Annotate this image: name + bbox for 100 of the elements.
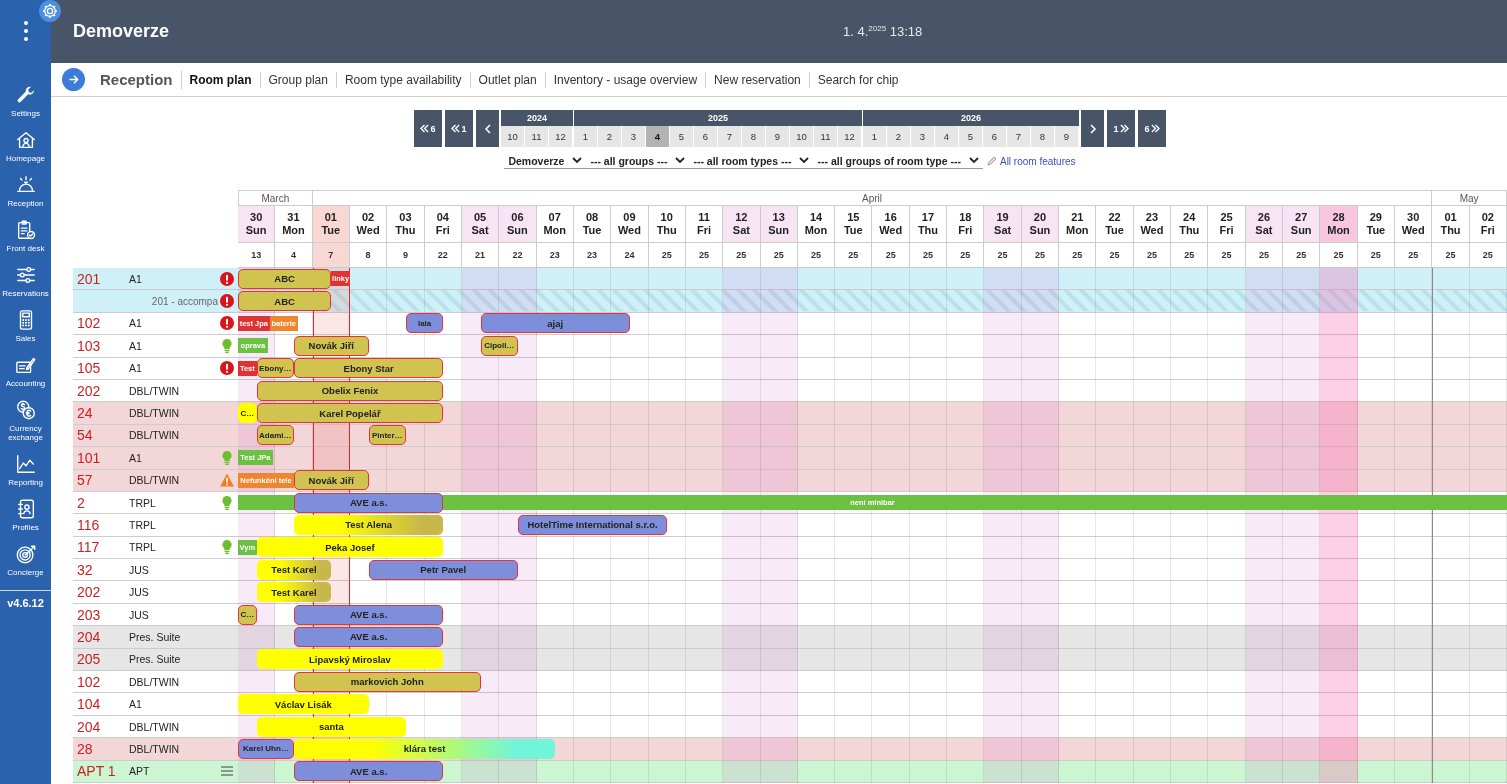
month-button[interactable]: 10 — [501, 126, 525, 147]
sidebar-item[interactable]: Reception — [0, 174, 51, 208]
month-button[interactable]: 3 — [911, 126, 935, 147]
filter-dropdown[interactable]: --- all groups --- — [586, 153, 690, 169]
jump-back-button[interactable]: 6 — [414, 110, 442, 147]
month-button[interactable]: 1 — [863, 126, 887, 147]
weekday-label: Mon — [1065, 224, 1089, 237]
reservation-bar[interactable]: AVE a.s. — [294, 761, 444, 782]
reservation-bar[interactable]: AVE a.s. — [294, 626, 444, 647]
reservation-bar[interactable]: klára test — [294, 738, 556, 759]
forward-button[interactable] — [62, 68, 85, 91]
day-number: 08 — [585, 211, 599, 224]
month-button[interactable]: 4 — [646, 126, 670, 147]
month-button[interactable]: 6 — [983, 126, 1007, 147]
reservation-bar[interactable]: ABC — [238, 291, 332, 312]
jump-forward-button[interactable]: 1 — [1107, 110, 1135, 147]
reservation-bar[interactable]: santa — [256, 716, 406, 737]
sidebar-item[interactable]: Reporting — [0, 453, 51, 487]
nav-tab[interactable]: Inventory - usage overview — [545, 71, 707, 88]
reservation-bar[interactable]: Novák Jiří — [294, 470, 369, 491]
room-features-link[interactable]: All room features — [999, 155, 1076, 167]
sidebar-item[interactable]: Reservations — [0, 264, 51, 298]
month-button[interactable]: 11 — [525, 126, 549, 147]
room-type: TRPL — [129, 519, 157, 531]
reservation-bar[interactable]: AVE a.s. — [294, 604, 444, 625]
month-button[interactable]: 7 — [1007, 126, 1031, 147]
month-button[interactable]: 9 — [1055, 126, 1079, 147]
reservation-bar[interactable]: Karel Uhn… — [238, 738, 294, 759]
reservation-bar[interactable]: Ebony Star — [294, 358, 444, 379]
month-button[interactable]: 12 — [549, 126, 573, 147]
sidebar-item[interactable]: Front desk — [0, 219, 51, 253]
sidebar-item[interactable]: Sales — [0, 309, 51, 343]
month-button[interactable]: 2 — [887, 126, 911, 147]
reservation-bar[interactable]: Ebony… — [256, 358, 294, 379]
sidebar-item[interactable]: Profiles — [0, 498, 51, 532]
sidebar-item[interactable]: Accounting — [0, 354, 51, 388]
month-button[interactable]: 6 — [694, 126, 718, 147]
nav-tab[interactable]: Outlet plan — [470, 71, 546, 88]
reservation-bar[interactable]: Adami… — [256, 425, 294, 446]
month-button[interactable]: 12 — [838, 126, 862, 147]
reservation-bar[interactable]: HotelTime International s.r.o. — [517, 515, 668, 535]
more-icon[interactable] — [22, 20, 29, 42]
reservation-bar[interactable]: Test Alena — [294, 515, 444, 535]
reservation-bar[interactable]: C… — [238, 403, 257, 424]
nav-tab[interactable]: Room plan — [181, 71, 261, 88]
reservation-bar[interactable]: Pinter… — [368, 425, 406, 446]
nav-tab[interactable]: Room type availability — [336, 71, 471, 88]
reservation-bar[interactable]: Test Karel — [256, 559, 332, 580]
room-type: A1 — [129, 317, 143, 330]
filter-dropdown[interactable]: --- all groups of room type --- — [813, 153, 983, 169]
reservation-bar[interactable]: Novák Jiří — [294, 335, 369, 356]
reservation-bar[interactable]: C… — [238, 604, 257, 625]
month-button[interactable]: 2 — [598, 126, 622, 147]
room-number: 105 — [77, 360, 102, 377]
coins-icon — [14, 399, 37, 421]
sidebar-item[interactable]: Concierge — [0, 543, 51, 577]
previous-button[interactable] — [476, 110, 499, 147]
weekday-label: Thu — [395, 224, 416, 237]
menu-icon[interactable] — [220, 764, 234, 779]
day-number: 27 — [1295, 211, 1308, 224]
sidebar-item[interactable]: Homepage — [0, 129, 51, 163]
month-button[interactable]: 9 — [766, 126, 790, 147]
month-button[interactable]: 8 — [1031, 126, 1055, 147]
filter-dropdown[interactable]: --- all room types --- — [689, 153, 814, 169]
day-number: 02 — [1481, 211, 1494, 224]
month-button[interactable]: 1 — [574, 126, 598, 147]
reservation-bar[interactable]: Cipoll… — [480, 335, 518, 356]
reservation-bar[interactable]: Petr Pavel — [368, 559, 518, 580]
nav-tab[interactable]: Group plan — [260, 71, 337, 88]
weekday-label: Tue — [1105, 224, 1124, 237]
nav-tab[interactable]: New reservation — [706, 71, 810, 88]
nav-tab[interactable]: Search for chip — [809, 71, 907, 88]
month-button[interactable]: 7 — [718, 126, 742, 147]
sidebar-item[interactable]: Settings — [0, 84, 51, 118]
filter-dropdown[interactable]: Demoverze — [504, 153, 587, 169]
jump-forward-button[interactable]: 6 — [1138, 110, 1166, 147]
month-button[interactable]: 3 — [622, 126, 646, 147]
month-button[interactable]: 5 — [959, 126, 983, 147]
reservation-bar[interactable]: Peka Josef — [256, 537, 444, 558]
day-number: 30 — [1407, 211, 1420, 224]
sliders-icon — [14, 264, 37, 286]
reservation-bar[interactable]: markovich John — [294, 671, 481, 692]
room-type: JUS — [129, 563, 150, 576]
sidebar-item[interactable]: Currency exchange — [0, 399, 51, 442]
month-button[interactable]: 10 — [790, 126, 814, 147]
next-button[interactable] — [1081, 110, 1104, 147]
reservation-bar[interactable]: Lipavský Miroslav — [256, 649, 444, 670]
reservation-bar[interactable]: AVE a.s. — [294, 492, 444, 513]
month-button[interactable]: 8 — [742, 126, 766, 147]
reservation-bar[interactable]: Test Karel — [256, 582, 332, 603]
reservation-bar[interactable]: Václav Lisák — [238, 694, 369, 715]
jump-back-button[interactable]: 1 — [445, 110, 473, 147]
month-button[interactable]: 5 — [670, 126, 694, 147]
month-button[interactable]: 4 — [935, 126, 959, 147]
reservation-bar[interactable]: lala — [405, 313, 444, 334]
reservation-bar[interactable]: Karel Popelář — [256, 403, 444, 424]
reservation-bar[interactable]: ABC — [238, 268, 332, 289]
reservation-bar[interactable]: ajaj — [480, 313, 630, 334]
reservation-bar[interactable]: Obelix Fenix — [256, 380, 444, 401]
month-button[interactable]: 11 — [814, 126, 838, 147]
